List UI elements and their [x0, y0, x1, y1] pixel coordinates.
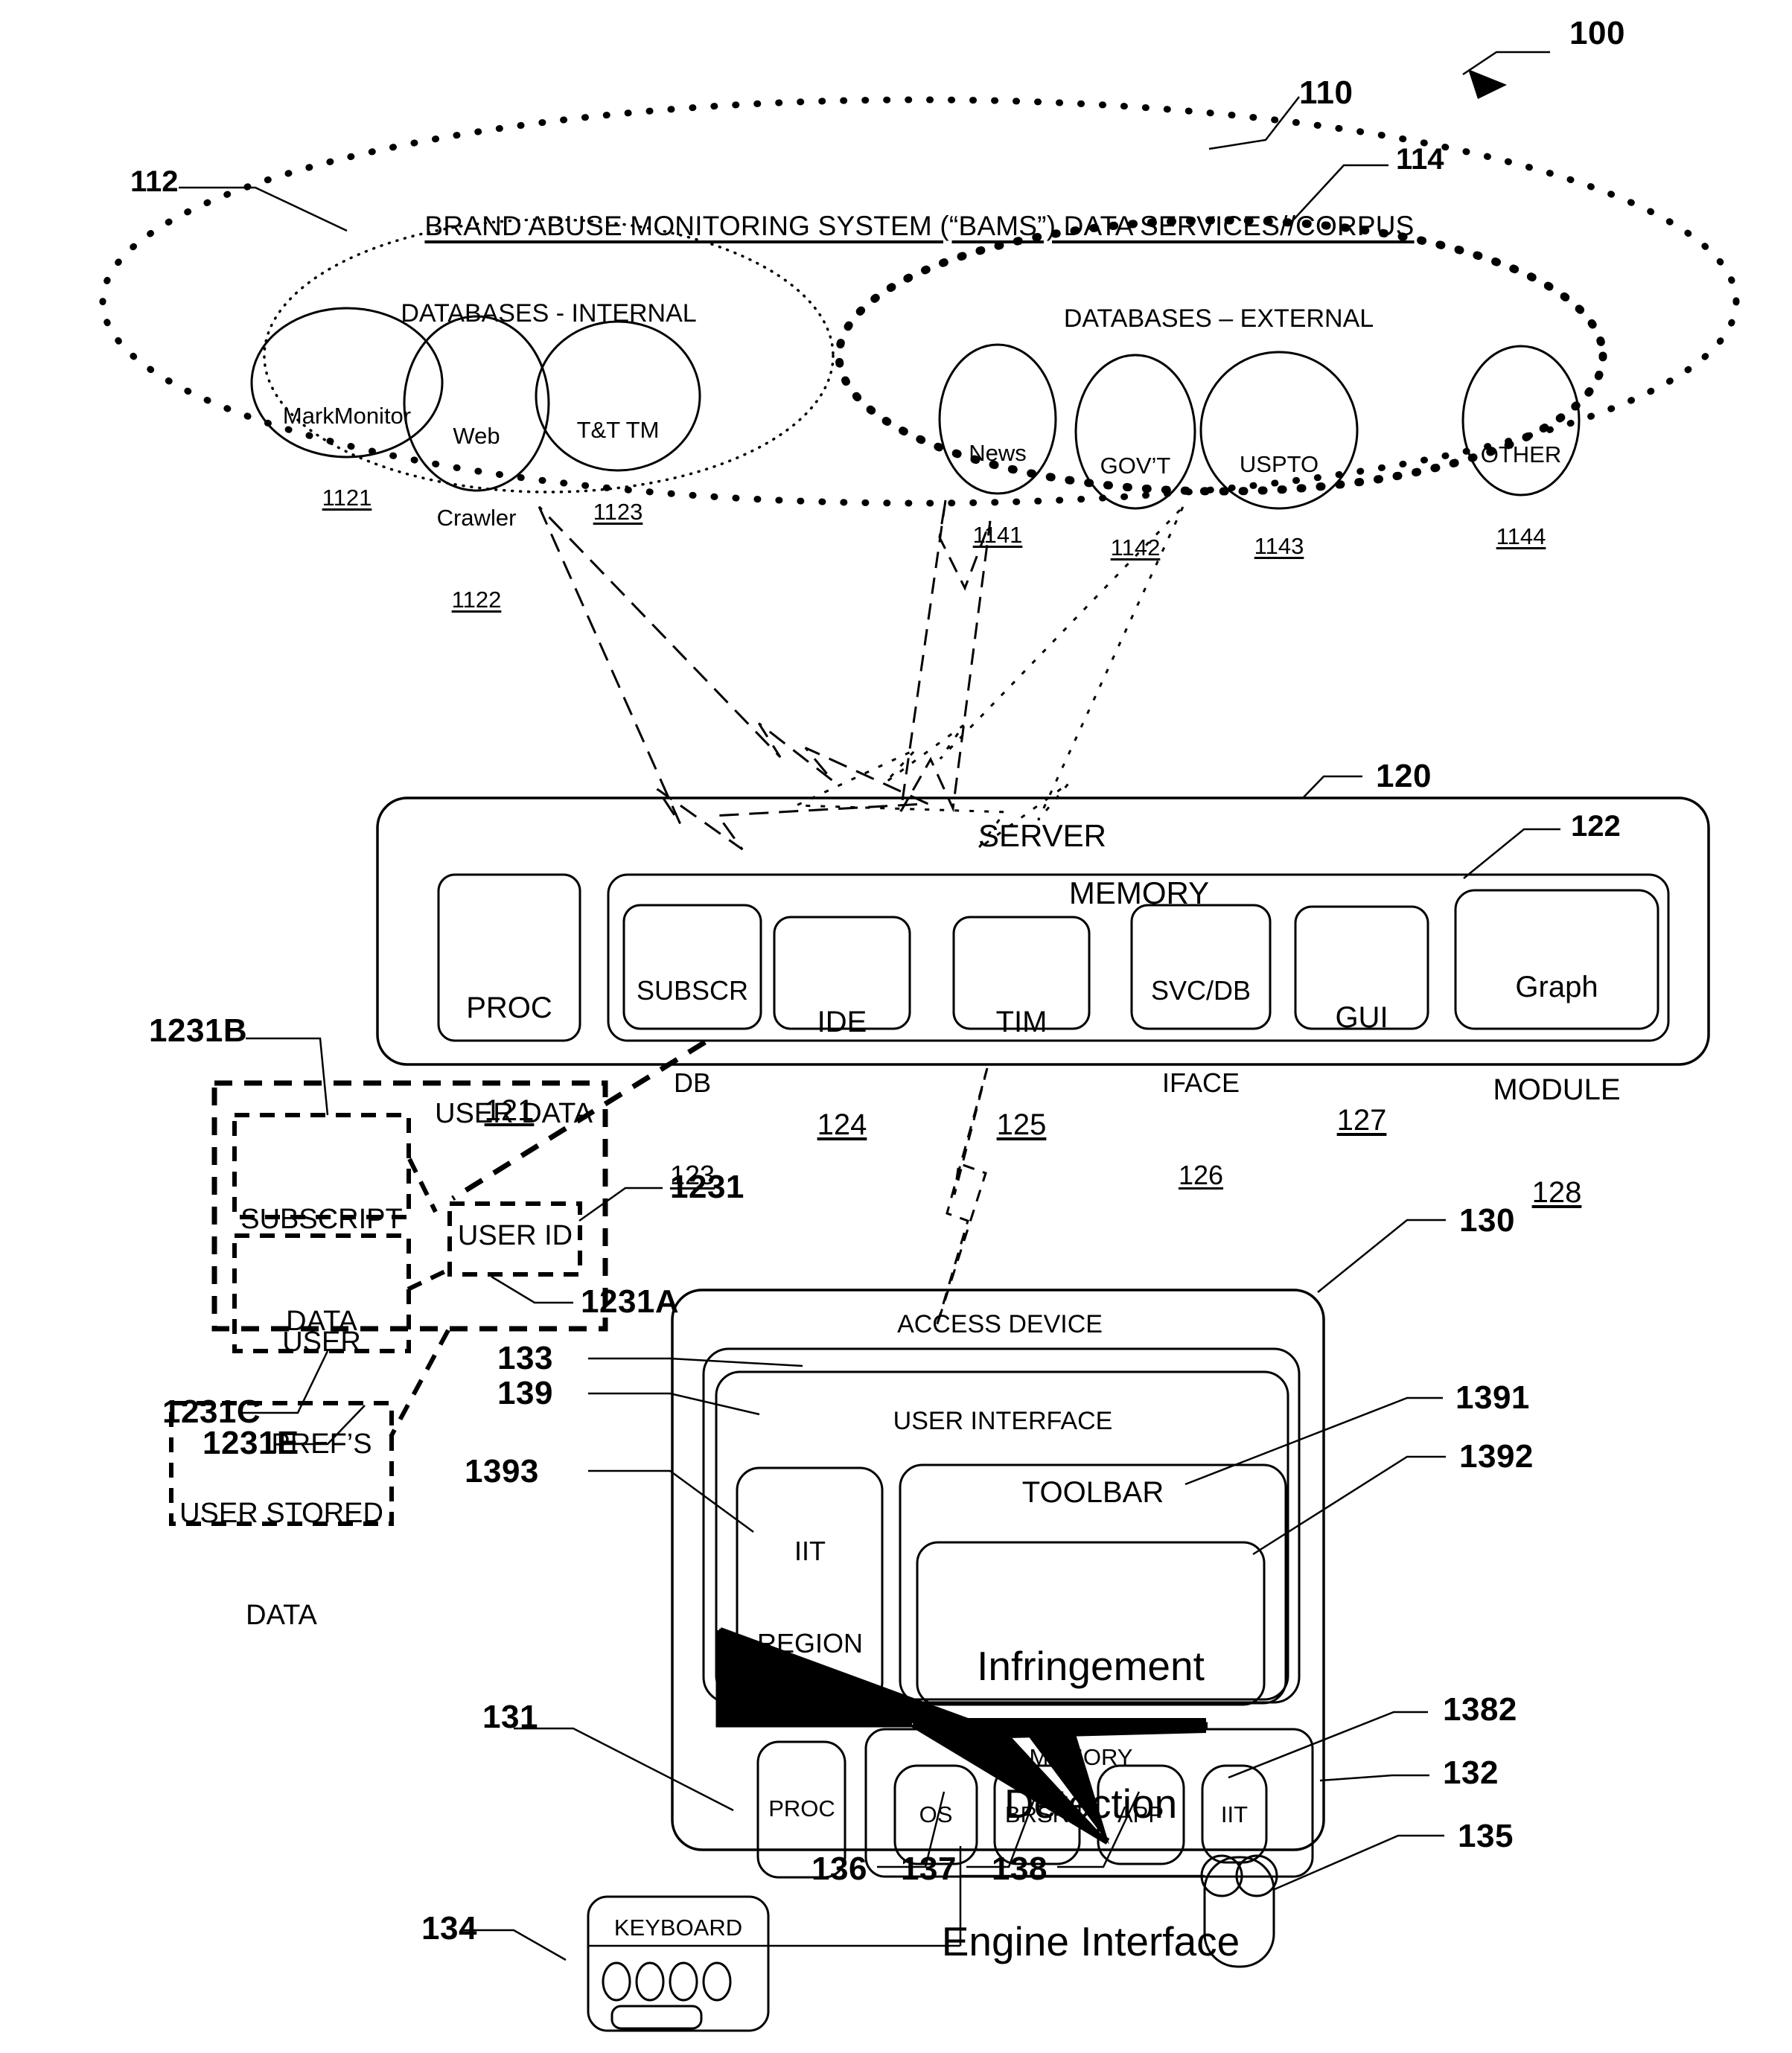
- leader-130: [1317, 1219, 1446, 1293]
- device-memory-ref-label: 132: [1443, 1755, 1499, 1791]
- db-node-label-tttm: T&T TM 1123: [576, 417, 660, 525]
- user-data-ref-label: 1231: [670, 1169, 744, 1205]
- toolbar-label: TOOLBAR: [1021, 1476, 1164, 1509]
- access-device-ref-label: 130: [1459, 1202, 1515, 1239]
- internal-db-ref-label: 112: [130, 165, 179, 198]
- leader-1231A: [491, 1275, 573, 1304]
- toolbar-ref-label: 1391: [1455, 1379, 1530, 1416]
- user-data-label: USER DATA: [435, 1098, 593, 1129]
- db-node-label-govt: GOV’T 1142: [1100, 453, 1171, 561]
- link-subscript-userid: [407, 1158, 438, 1213]
- external-db-label: DATABASES – EXTERNAL: [1063, 304, 1374, 333]
- device-module-iit-ref-label: 1382: [1443, 1691, 1517, 1728]
- keyboard-ref-label: 134: [421, 1910, 477, 1947]
- keyboard-key-4: [702, 1961, 732, 2002]
- db-node-label-other: OTHER 1144: [1480, 441, 1562, 549]
- device-module-label-app: APP: [1117, 1801, 1164, 1827]
- ide-interface-label: Infringement Detection Engine Interface: [941, 1643, 1240, 1964]
- internal-db-label: DATABASES - INTERNAL: [401, 299, 697, 328]
- leader-139: [588, 1392, 760, 1416]
- screen-ref-label: 133: [497, 1340, 553, 1376]
- corpus-ref-label: 110: [1299, 74, 1353, 111]
- leader-1231B: [246, 1037, 329, 1116]
- leader-1391: [1184, 1396, 1443, 1486]
- subscript-data-ref-label: 1231B: [149, 1012, 248, 1049]
- leader-134: [462, 1929, 567, 1961]
- access-device-title: ACCESS DEVICE: [897, 1310, 1103, 1338]
- leader-1392: [1252, 1455, 1446, 1556]
- module-label-svcdb-iface: SVC/DB IFACE 126: [1150, 974, 1251, 1191]
- server-leader-120: [1302, 775, 1362, 799]
- module-label-gui: GUI 127: [1335, 1001, 1388, 1137]
- leader-1382: [1228, 1711, 1428, 1779]
- module-label-ide: IDE 124: [817, 1006, 867, 1141]
- leader-133: [588, 1357, 803, 1367]
- mouse-ref-label: 135: [1458, 1818, 1514, 1854]
- user-interface-label: USER INTERFACE: [893, 1407, 1113, 1435]
- device-module-label-brsr: BRSR: [1004, 1801, 1070, 1827]
- ide-interface-ref-label: 1392: [1459, 1438, 1534, 1475]
- app-ref-label: 138: [992, 1851, 1048, 1887]
- memory-ref-label: 122: [1571, 810, 1621, 843]
- module-label-tim: TIM 125: [995, 1006, 1048, 1141]
- device-module-label-os: OS: [919, 1801, 953, 1827]
- server-memory-label: MEMORY: [1068, 875, 1210, 910]
- os-ref-label: 136: [811, 1851, 867, 1887]
- db-node-label-news: News 1141: [969, 440, 1027, 548]
- db-node-label-markmonitor: MarkMonitor 1121: [282, 403, 412, 511]
- device-proc-ref-label: 131: [482, 1699, 538, 1735]
- keyboard-label: KEYBOARD: [613, 1915, 743, 1941]
- device-proc-label: PROC: [768, 1795, 835, 1821]
- db-node-label-webcrawler: Web Crawler 1122: [436, 423, 517, 613]
- link-userprefs-userid: [406, 1267, 451, 1291]
- leader-131: [514, 1727, 734, 1812]
- system-ref-label: 100: [1569, 15, 1625, 51]
- keyboard-key-1: [602, 1961, 631, 2002]
- keyboard-key-2: [635, 1961, 665, 2002]
- leader-132: [1319, 1774, 1429, 1782]
- keyboard-key-3: [669, 1961, 698, 2002]
- iit-region-label: IIT REGION: [756, 1535, 864, 1658]
- internal-db-leader-112: [179, 186, 348, 232]
- user-id-label: USER ID: [457, 1220, 573, 1251]
- system-ref-pointer: [1462, 51, 1550, 99]
- server-ref-label: 120: [1376, 758, 1432, 794]
- corpus-leader-110: [1208, 96, 1300, 150]
- brsr-ref-label: 137: [901, 1851, 957, 1887]
- server-proc-label: PROC 121: [466, 992, 552, 1127]
- server-title: SERVER: [978, 818, 1106, 853]
- link-server-accessdevice: [935, 1067, 989, 1327]
- keyboard-spacebar: [610, 2005, 703, 2030]
- db-node-label-uspto: USPTO 1143: [1239, 451, 1319, 559]
- device-module-label-iit: IIT: [1220, 1801, 1249, 1827]
- patent-figure: 100 110 BRAND ABUSE MONITORING SYSTEM (“…: [0, 0, 1792, 2053]
- device-memory-label: MEMORY: [1029, 1744, 1133, 1770]
- user-stored-data-label: USER STORED DATA: [179, 1498, 383, 1631]
- leader-135: [1274, 1834, 1444, 1891]
- iit-region-ref-label: 1393: [465, 1453, 539, 1490]
- leader-1393: [588, 1469, 754, 1533]
- user-interface-ref-label: 139: [497, 1375, 553, 1411]
- corpus-title: BRAND ABUSE MONITORING SYSTEM (“BAMS”) D…: [424, 211, 1415, 241]
- external-db-ref-label: 114: [1396, 143, 1444, 176]
- user-id-ref-label: 1231A: [581, 1283, 680, 1320]
- memory-leader-122: [1463, 828, 1560, 879]
